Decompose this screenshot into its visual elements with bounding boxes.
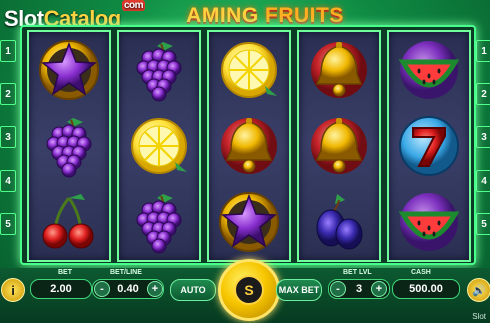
reel-2-lemon-icon bbox=[119, 108, 199, 184]
reel-3 bbox=[207, 30, 291, 262]
reels-frame bbox=[20, 25, 476, 265]
reel-5-lucky-seven-icon bbox=[389, 108, 469, 184]
reel-2-grapes-icon bbox=[119, 32, 199, 108]
payline-left-3: 3 bbox=[0, 126, 16, 148]
payline-left-1: 1 bbox=[0, 40, 16, 62]
title-part-1: AMING bbox=[186, 4, 259, 27]
corner-watermark: Slot bbox=[472, 312, 486, 321]
payline-left-4: 4 bbox=[0, 170, 16, 192]
spin-icon: S bbox=[234, 275, 264, 305]
reel-1 bbox=[27, 30, 111, 262]
auto-button[interactable]: AUTO bbox=[170, 279, 216, 301]
cash-value: 500.00 bbox=[392, 279, 460, 299]
payline-right-4: 4 bbox=[476, 170, 490, 192]
bet-level-label: BET LVL bbox=[343, 269, 372, 276]
reel-1-purple-star-icon bbox=[29, 32, 109, 108]
speaker-icon: 🔊 bbox=[472, 284, 486, 297]
reel-4-plums-icon bbox=[299, 184, 379, 260]
bet-level-minus-button[interactable]: - bbox=[330, 281, 346, 297]
payline-left-2: 2 bbox=[0, 83, 16, 105]
bet-level-plus-button[interactable]: + bbox=[371, 281, 387, 297]
payline-right-3: 3 bbox=[476, 126, 490, 148]
max-bet-button[interactable]: MAX BET bbox=[276, 279, 322, 301]
reel-5 bbox=[387, 30, 471, 262]
bet-per-line-label: BET/LINE bbox=[110, 269, 142, 276]
reel-3-purple-star-icon bbox=[209, 184, 289, 260]
reel-5-watermelon-icon bbox=[389, 32, 469, 108]
cash-label: CASH bbox=[411, 269, 431, 276]
reel-4-golden-bell-icon bbox=[299, 32, 379, 108]
reel-2 bbox=[117, 30, 201, 262]
payline-right-1: 1 bbox=[476, 40, 490, 62]
reel-4 bbox=[297, 30, 381, 262]
reel-3-lemon-icon bbox=[209, 32, 289, 108]
spin-button[interactable]: S bbox=[218, 259, 280, 321]
payline-right-5: 5 bbox=[476, 213, 490, 235]
info-button[interactable]: i bbox=[1, 278, 25, 302]
info-icon: i bbox=[11, 282, 15, 298]
reel-3-golden-bell-icon bbox=[209, 108, 289, 184]
logo-com-badge: com bbox=[122, 0, 146, 11]
bet-label: BET bbox=[58, 269, 72, 276]
sound-button[interactable]: 🔊 bbox=[467, 278, 490, 302]
bet-per-line-plus-button[interactable]: + bbox=[147, 281, 163, 297]
reel-4-golden-bell-icon bbox=[299, 108, 379, 184]
reel-1-cherries-icon bbox=[29, 184, 109, 260]
payline-left-5: 5 bbox=[0, 213, 16, 235]
bet-value: 2.00 bbox=[30, 279, 92, 299]
bet-per-line-minus-button[interactable]: - bbox=[94, 281, 110, 297]
title-part-2: FRUITS bbox=[265, 4, 344, 27]
payline-right-2: 2 bbox=[476, 83, 490, 105]
reel-5-watermelon-icon bbox=[389, 184, 469, 260]
reel-1-grapes-icon bbox=[29, 108, 109, 184]
reel-2-grapes-icon bbox=[119, 184, 199, 260]
